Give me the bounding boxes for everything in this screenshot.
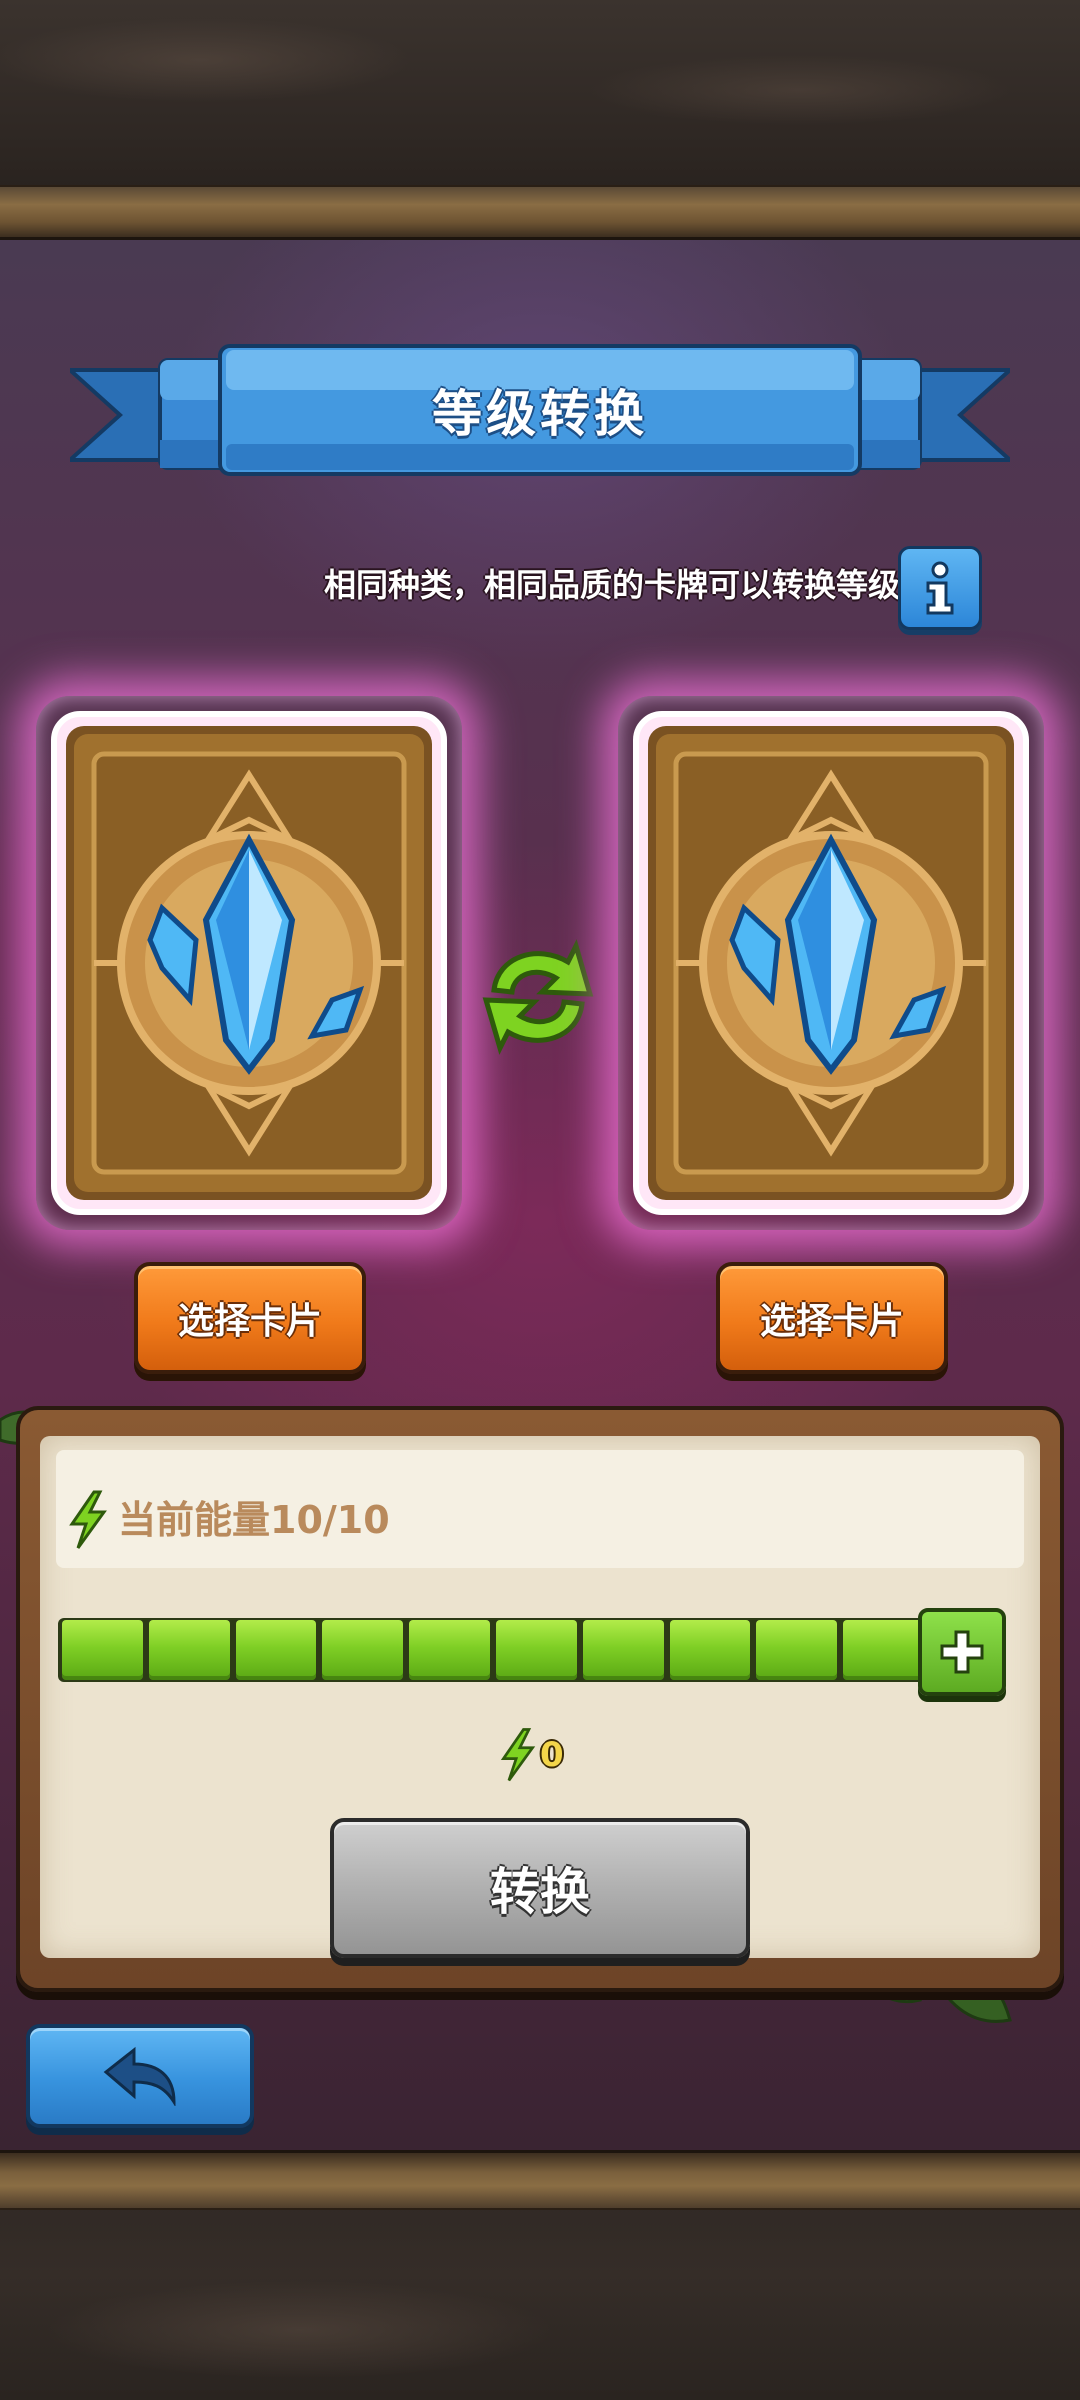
page-title: 等级转换 <box>432 385 648 443</box>
select-card-left-button[interactable]: 选择卡片 <box>134 1262 366 1374</box>
left-card-slot[interactable] <box>50 710 448 1216</box>
convert-button[interactable]: 转换 <box>330 1818 750 1958</box>
swap-arrows-icon <box>482 939 594 1055</box>
energy-segment <box>322 1620 404 1680</box>
lightning-icon <box>500 1728 536 1782</box>
info-icon <box>926 561 954 615</box>
back-button[interactable] <box>26 2024 254 2128</box>
select-card-right-button[interactable]: 选择卡片 <box>716 1262 948 1374</box>
energy-label: 当前能量10/10 <box>118 1498 390 1542</box>
energy-segment <box>669 1620 751 1680</box>
conversion-cost: 0 <box>498 1724 564 1786</box>
energy-segment <box>756 1620 838 1680</box>
top-rail <box>0 185 1080 240</box>
energy-segment <box>495 1620 577 1680</box>
conversion-hint: 相同种类，相同品质的卡牌可以转换等级 <box>323 566 900 604</box>
cost-value: 0 <box>540 1735 564 1775</box>
card-back <box>51 711 447 1215</box>
bottom-rail <box>0 2150 1080 2210</box>
add-energy-button[interactable] <box>918 1608 1006 1696</box>
card-back <box>633 711 1029 1215</box>
back-arrow-icon <box>103 2046 176 2106</box>
right-card-slot[interactable] <box>632 710 1030 1216</box>
info-button[interactable] <box>898 546 982 630</box>
energy-segment <box>235 1620 317 1680</box>
top-frame <box>0 0 1080 240</box>
energy-segment <box>843 1620 924 1680</box>
title-banner: 等级转换 <box>70 340 1010 480</box>
plus-icon <box>940 1630 984 1674</box>
energy-segment <box>148 1620 230 1680</box>
energy-segment <box>62 1620 143 1680</box>
energy-bar <box>58 1618 928 1682</box>
energy-segment <box>409 1620 490 1680</box>
bottom-frame <box>0 2150 1080 2400</box>
lightning-icon <box>69 1490 107 1549</box>
energy-segment <box>582 1620 664 1680</box>
